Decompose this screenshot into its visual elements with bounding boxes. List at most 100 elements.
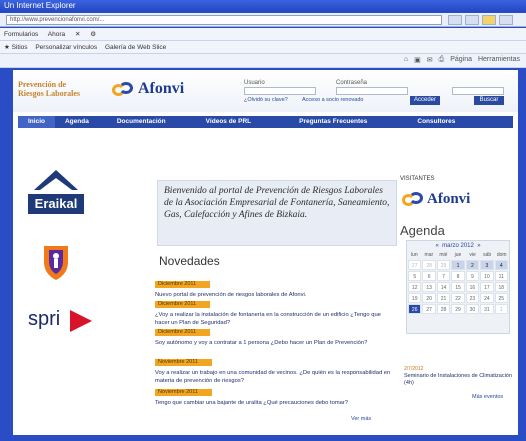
calendar-day-header: vie (469, 252, 476, 258)
spri-logo[interactable]: spri (28, 308, 98, 334)
calendar-day[interactable]: 27 (408, 260, 422, 270)
command-bar: ⌂ ▣ ✉ ⎙ Página Herramientas (0, 54, 526, 68)
right-column: VISITANTES Afonvi Agenda « marzo 2012 » … (400, 132, 513, 432)
calendar-day[interactable]: 13 (422, 282, 436, 292)
nav-videos[interactable]: Vídeos de PRL (176, 116, 262, 128)
event-item[interactable]: 2/7/2012 Seminario de Instalaciones de C… (404, 366, 512, 387)
search-go-icon[interactable] (482, 15, 496, 25)
calendar-day-header: dom (496, 252, 507, 258)
calendar-day[interactable]: 14 (436, 282, 451, 292)
calendar-day[interactable]: 10 (480, 271, 494, 281)
calendar-day[interactable]: 18 (494, 282, 508, 292)
afonvi-logo-small[interactable]: Afonvi (402, 190, 470, 208)
calendar-day-header: lun (410, 252, 418, 258)
news-item[interactable]: Noviembre 2011 Tengo que cambiar una baj… (155, 380, 395, 408)
calendar-day[interactable]: 19 (408, 293, 422, 303)
calendar-day[interactable]: 28 (422, 260, 436, 270)
calendar-day[interactable]: 2 (465, 260, 480, 270)
feeds-icon[interactable]: ▣ (414, 56, 421, 64)
calendar-day[interactable]: 20 (422, 293, 436, 303)
calendar-day[interactable]: 23 (465, 293, 480, 303)
nav-inicio[interactable]: Inicio (18, 116, 55, 128)
calendar-day[interactable]: 22 (451, 293, 465, 303)
calendar-day[interactable]: 24 (480, 293, 494, 303)
user-field[interactable] (244, 87, 316, 95)
calendar-day[interactable]: 6 (422, 271, 436, 281)
calendar-day[interactable]: 8 (451, 271, 465, 281)
calendar-day[interactable]: 12 (408, 282, 422, 292)
login-button[interactable]: Acceder (410, 96, 440, 105)
register-link[interactable]: Acceso a socio renovado (302, 97, 363, 103)
calendar-day[interactable]: 11 (494, 271, 508, 281)
calendar-day[interactable]: 9 (465, 271, 480, 281)
osalan-logo[interactable] (41, 244, 71, 284)
gear-icon[interactable]: ⚙ (90, 31, 96, 38)
event-text[interactable]: Seminario de Instalaciones de Climatizac… (404, 373, 512, 387)
calendar-day[interactable]: 15 (451, 282, 465, 292)
calendar-day[interactable]: 1 (494, 304, 508, 314)
calendar-day[interactable]: 1 (451, 260, 465, 270)
site-search-field[interactable] (452, 87, 504, 95)
calendar-day[interactable]: 29 (436, 260, 451, 270)
calendar-day[interactable]: 29 (451, 304, 465, 314)
welcome-banner: Bienvenido al portal de Prevención de Ri… (157, 180, 397, 246)
shield-icon (44, 246, 68, 280)
refresh-icon[interactable] (448, 15, 462, 25)
next-month-icon[interactable]: » (477, 243, 480, 249)
address-bar: http://www.prevencionafonvi.com/... (0, 13, 526, 27)
favorites-item[interactable]: Galería de Web Slice (105, 44, 166, 51)
command-tools: ⌂ ▣ ✉ ⎙ Página Herramientas (404, 56, 520, 64)
search-box[interactable] (499, 15, 513, 25)
calendar-day[interactable]: 26 (408, 304, 422, 314)
menu-item[interactable]: Ahora (48, 31, 65, 38)
stop-icon[interactable] (465, 15, 479, 25)
calendar-day[interactable]: 25 (494, 293, 508, 303)
afonvi-logo[interactable]: Afonvi (112, 80, 184, 98)
calendar-day-headers: lun mar mié jue vie sáb dom (407, 252, 509, 259)
menu-item[interactable]: Formularios (4, 31, 38, 38)
mas-eventos-link[interactable]: Más eventos (472, 394, 503, 400)
nav-consultores[interactable]: Consultores (377, 116, 465, 128)
ver-mas-link[interactable]: Ver más (351, 416, 371, 422)
forgot-link[interactable]: ¿Olvidó su clave? (244, 97, 288, 103)
favorites-item[interactable]: Personalizar vínculos (35, 44, 97, 51)
favorites-item[interactable]: ★ Sitios (4, 44, 28, 51)
page-menu[interactable]: Página (450, 56, 472, 64)
eraikal-logo[interactable]: Eraikal (24, 170, 88, 226)
afonvi-swirl-icon (402, 190, 424, 208)
calendar-day[interactable]: 17 (480, 282, 494, 292)
home-icon[interactable]: ⌂ (404, 56, 408, 64)
nav-documentacion[interactable]: Documentación (99, 116, 176, 128)
calendar-day[interactable]: 3 (480, 260, 494, 270)
tools-menu[interactable]: Herramientas (478, 56, 520, 64)
calendar-day[interactable]: 31 (480, 304, 494, 314)
calendar-day[interactable]: 27 (422, 304, 436, 314)
nav-agenda[interactable]: Agenda (55, 116, 99, 128)
spri-arrow-icon (70, 310, 92, 332)
news-text[interactable]: Soy autónomo y voy a contratar a 1 perso… (155, 340, 395, 348)
news-item[interactable]: Diciembre 2011 Soy autónomo y voy a cont… (155, 320, 395, 348)
prev-month-icon[interactable]: « (435, 243, 438, 249)
calendar-day[interactable]: 4 (494, 260, 508, 270)
url-field[interactable]: http://www.prevencionafonvi.com/... (6, 15, 442, 25)
brand-name: Afonvi (427, 190, 471, 207)
close-icon[interactable]: ✕ (75, 31, 80, 38)
month-label: marzo 2012 (442, 243, 474, 249)
print-icon[interactable]: ⎙ (439, 56, 445, 64)
nav-preguntas[interactable]: Preguntas Frecuentes (261, 116, 377, 128)
calendar-day[interactable]: 30 (465, 304, 480, 314)
calendar-day[interactable]: 28 (436, 304, 451, 314)
password-field[interactable] (336, 87, 408, 95)
spri-text: spri (28, 308, 61, 330)
password-label: Contraseña (336, 80, 368, 86)
calendar-day[interactable]: 16 (465, 282, 480, 292)
eraikal-roof-inner (40, 178, 72, 190)
search-button[interactable]: Buscar (474, 96, 504, 105)
site-header: Prevención de Riesgos Laborales Afonvi U… (13, 70, 518, 112)
calendar-day[interactable]: 21 (436, 293, 451, 303)
mail-icon[interactable]: ✉ (427, 56, 433, 64)
news-date: Diciembre 2011 (155, 281, 211, 288)
calendar-day[interactable]: 7 (436, 271, 451, 281)
calendar-day[interactable]: 5 (408, 271, 422, 281)
news-text[interactable]: Tengo que cambiar una bajante de uralita… (155, 400, 395, 408)
